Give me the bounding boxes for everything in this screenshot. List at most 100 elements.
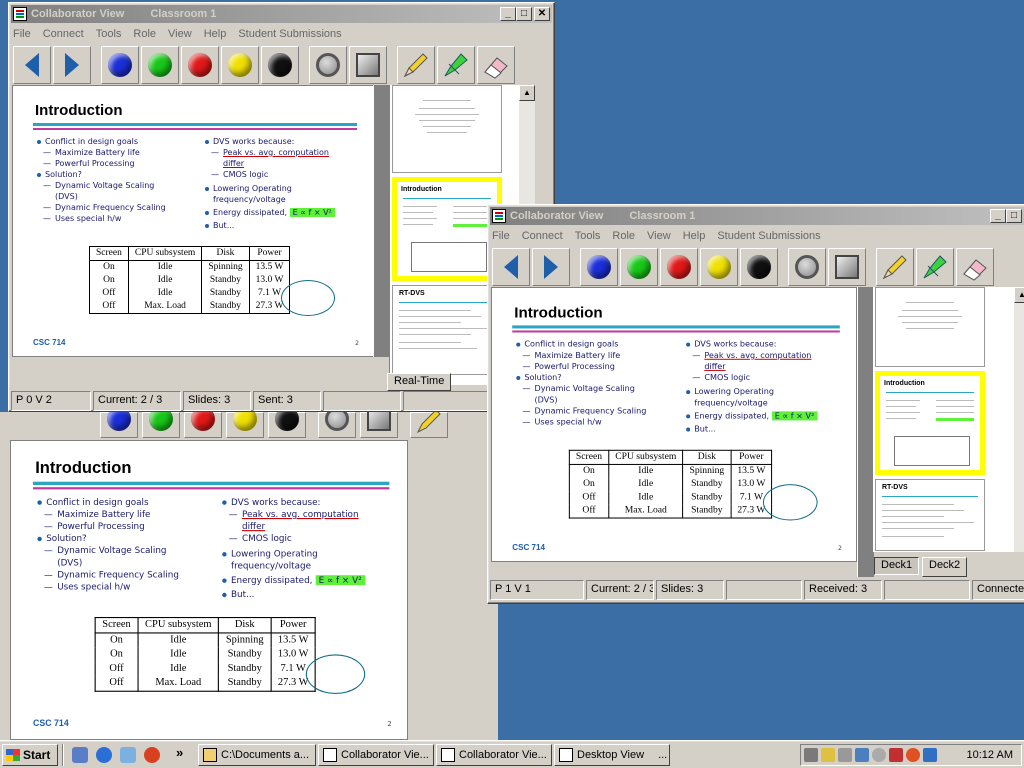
square-tool-icon bbox=[835, 255, 859, 279]
network-tray-icon[interactable] bbox=[821, 748, 835, 762]
menu-student-submissions[interactable]: Student Submissions bbox=[717, 230, 820, 242]
display-tray-icon[interactable] bbox=[855, 748, 869, 762]
slide-viewer[interactable]: Introduction Conflict in design goals Ma… bbox=[491, 287, 857, 562]
highlighter-button[interactable] bbox=[437, 46, 475, 84]
title-bar[interactable]: Collaborator View Classroom 1 _ □ ✕ bbox=[11, 5, 552, 23]
messenger-quicklaunch-icon[interactable] bbox=[144, 747, 160, 763]
back-button[interactable] bbox=[13, 46, 51, 84]
ring-tool-button[interactable] bbox=[309, 46, 347, 84]
highlighter-button[interactable] bbox=[916, 248, 954, 286]
taskbar-button-collaborator-1[interactable]: Collaborator Vie... bbox=[318, 744, 434, 766]
menu-file[interactable]: File bbox=[492, 230, 510, 242]
taskbar-button-collaborator-2[interactable]: Collaborator Vie... bbox=[436, 744, 552, 766]
tab-deck2[interactable]: Deck2 bbox=[922, 557, 968, 577]
menu-file[interactable]: File bbox=[13, 28, 31, 40]
color-blue-button[interactable] bbox=[100, 412, 138, 438]
forward-button[interactable] bbox=[532, 248, 570, 286]
minimize-button[interactable]: _ bbox=[500, 7, 516, 21]
color-black-button[interactable] bbox=[268, 412, 306, 438]
security-tray-icon[interactable] bbox=[889, 748, 903, 762]
menu-tools[interactable]: Tools bbox=[96, 28, 122, 40]
outlook-quicklaunch-icon[interactable] bbox=[120, 747, 136, 763]
highlighted-formula: E ∝ f × V² bbox=[289, 208, 335, 217]
ie-quicklaunch-icon[interactable] bbox=[96, 747, 112, 763]
sub-bullet: Uses special h/w bbox=[514, 416, 676, 427]
color-yellow-button[interactable] bbox=[221, 46, 259, 84]
slide-number: 2 bbox=[355, 340, 359, 347]
forward-arrow-icon bbox=[65, 53, 79, 77]
pencil-button[interactable] bbox=[876, 248, 914, 286]
start-button[interactable]: Start bbox=[2, 744, 58, 766]
menu-connect[interactable]: Connect bbox=[522, 230, 563, 242]
slide-viewer-large[interactable]: Introduction Conflict in design goals Ma… bbox=[10, 440, 408, 740]
thumbnail-slide-2[interactable]: Introduction bbox=[875, 371, 985, 475]
color-green-button[interactable] bbox=[620, 248, 658, 286]
collaborator-window-front[interactable]: Collaborator View Classroom 1 _ □ File C… bbox=[487, 204, 1024, 604]
menu-connect[interactable]: Connect bbox=[43, 28, 84, 40]
desktop-quicklaunch-icon[interactable] bbox=[72, 747, 88, 763]
eraser-icon bbox=[963, 259, 987, 281]
square-tool-button[interactable] bbox=[828, 248, 866, 286]
taskbar-button-documents[interactable]: C:\Documents a... bbox=[198, 744, 316, 766]
thumbnail-slide-1[interactable] bbox=[392, 85, 502, 173]
maximize-button[interactable]: □ bbox=[1006, 209, 1022, 223]
color-black-button[interactable] bbox=[261, 46, 299, 84]
tab-real-time[interactable]: Real-Time bbox=[387, 373, 452, 391]
color-red-button[interactable] bbox=[181, 46, 219, 84]
menu-help[interactable]: Help bbox=[683, 230, 706, 242]
messenger-tray-icon[interactable] bbox=[906, 748, 920, 762]
menu-view[interactable]: View bbox=[168, 28, 192, 40]
quicklaunch-chevron[interactable]: » bbox=[176, 745, 183, 760]
thumbnail-slide-2[interactable]: Introduction bbox=[392, 177, 502, 281]
color-red-button[interactable] bbox=[660, 248, 698, 286]
color-red-button[interactable] bbox=[184, 412, 222, 438]
color-green-button[interactable] bbox=[142, 412, 180, 438]
bluetooth-tray-icon[interactable] bbox=[923, 748, 937, 762]
square-tool-button[interactable] bbox=[349, 46, 387, 84]
pencil-button[interactable] bbox=[410, 412, 448, 438]
maximize-button[interactable]: □ bbox=[516, 7, 532, 21]
close-button[interactable]: ✕ bbox=[534, 7, 550, 21]
thumbnail-slide-3[interactable]: RT-DVS bbox=[875, 479, 985, 551]
slide-viewer[interactable]: Introduction Conflict in design goals Ma… bbox=[12, 85, 374, 357]
menu-student-submissions[interactable]: Student Submissions bbox=[238, 28, 341, 40]
taskbar-button-desktop-view[interactable]: Desktop View... bbox=[554, 744, 670, 766]
color-blue-button[interactable] bbox=[101, 46, 139, 84]
title-rule-magenta bbox=[33, 487, 390, 490]
menu-role[interactable]: Role bbox=[612, 230, 635, 242]
minimize-button[interactable]: _ bbox=[990, 209, 1006, 223]
color-blue-button[interactable] bbox=[580, 248, 618, 286]
thumbnail-panel[interactable]: Introduction RT-DVS ▲ bbox=[872, 287, 1024, 552]
menu-bar: File Connect Tools Role View Help Studen… bbox=[488, 227, 1024, 245]
scroll-up-button[interactable]: ▲ bbox=[1014, 287, 1024, 303]
pencil-button[interactable] bbox=[397, 46, 435, 84]
color-green-button[interactable] bbox=[141, 46, 179, 84]
title-bar[interactable]: Collaborator View Classroom 1 _ □ bbox=[490, 207, 1024, 225]
color-yellow-button[interactable] bbox=[226, 412, 264, 438]
ring-tool-button[interactable] bbox=[788, 248, 826, 286]
square-tool-button[interactable] bbox=[360, 412, 398, 438]
collaborator-window-back[interactable]: Collaborator View Classroom 1 _ □ ✕ File… bbox=[8, 2, 555, 412]
clock-sync-tray-icon[interactable] bbox=[872, 748, 886, 762]
eraser-button[interactable] bbox=[956, 248, 994, 286]
tab-deck1[interactable]: Deck1 bbox=[874, 557, 920, 575]
thumbnail-slide-3[interactable]: RT-DVS bbox=[392, 285, 502, 375]
back-button[interactable] bbox=[492, 248, 530, 286]
printer-tray-icon[interactable] bbox=[804, 748, 818, 762]
eraser-button[interactable] bbox=[477, 46, 515, 84]
thumbnail-scrollbar[interactable]: ▲ bbox=[1013, 287, 1024, 552]
menu-help[interactable]: Help bbox=[204, 28, 227, 40]
thumbnail-slide-1[interactable] bbox=[875, 287, 985, 367]
color-black-button[interactable] bbox=[740, 248, 778, 286]
volume-tray-icon[interactable] bbox=[838, 748, 852, 762]
ring-tool-button[interactable] bbox=[318, 412, 356, 438]
menu-view[interactable]: View bbox=[647, 230, 671, 242]
slide-scrollbar[interactable] bbox=[373, 85, 390, 357]
menu-tools[interactable]: Tools bbox=[575, 230, 601, 242]
forward-button[interactable] bbox=[53, 46, 91, 84]
color-yellow-button[interactable] bbox=[700, 248, 738, 286]
table-row: On Idle Spinning 13.5 W bbox=[568, 464, 773, 479]
scroll-up-button[interactable]: ▲ bbox=[519, 85, 535, 101]
desktop-view-window[interactable]: Introduction Conflict in design goals Ma… bbox=[0, 412, 498, 740]
menu-role[interactable]: Role bbox=[133, 28, 156, 40]
